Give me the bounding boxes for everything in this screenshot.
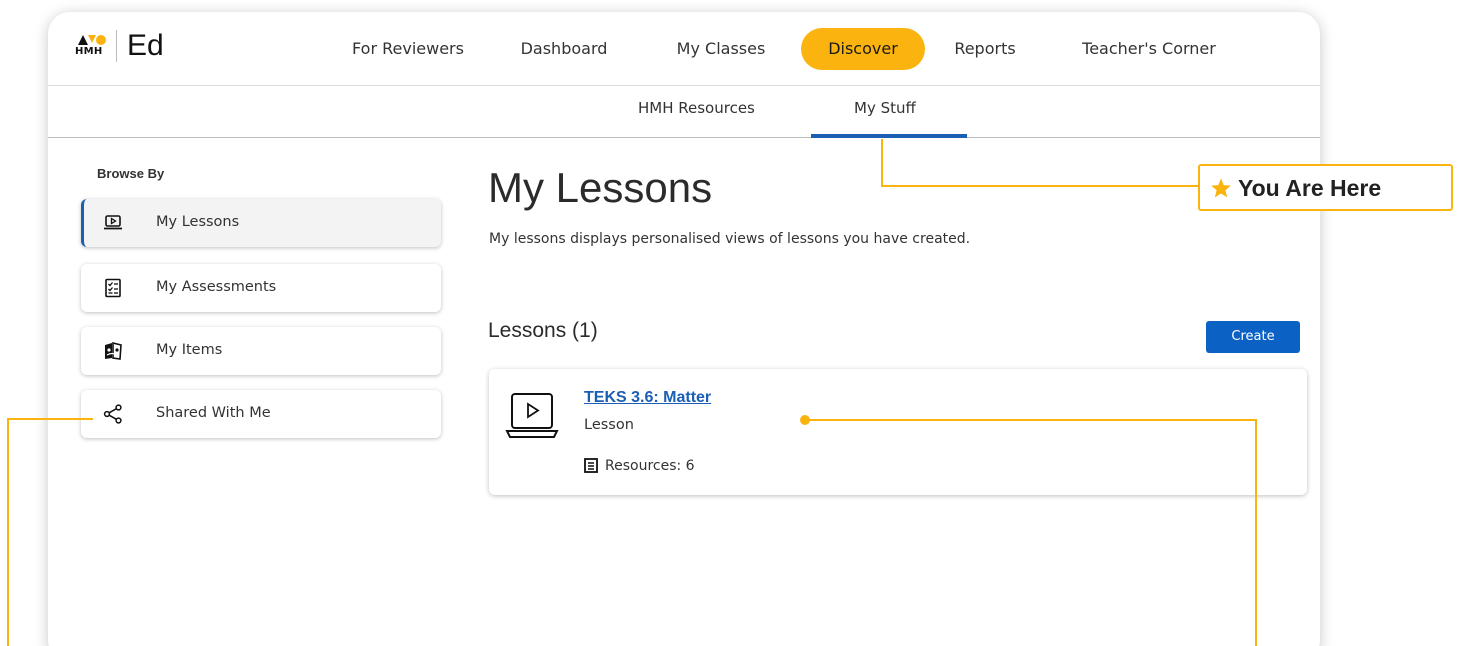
sidebar-item-my-lessons[interactable]: My Lessons bbox=[81, 199, 441, 247]
create-button[interactable]: Create bbox=[1206, 321, 1300, 353]
sidebar-item-my-items[interactable]: My Items bbox=[81, 327, 441, 375]
sidebar-item-label: My Items bbox=[156, 342, 223, 358]
page-title: My Lessons bbox=[488, 164, 713, 211]
callout-line bbox=[881, 185, 1199, 187]
lesson-card[interactable]: TEKS 3.6: Matter Lesson Resources: 6 bbox=[489, 369, 1307, 495]
callout-line bbox=[1255, 419, 1257, 646]
nav-for-reviewers[interactable]: For Reviewers bbox=[350, 28, 466, 70]
nav-teachers-corner[interactable]: Teacher's Corner bbox=[1068, 28, 1230, 70]
callout-line bbox=[7, 418, 9, 646]
browse-by-heading: Browse By bbox=[97, 166, 165, 181]
hmh-logo: HMH bbox=[74, 29, 108, 63]
callout-line bbox=[881, 139, 883, 187]
you-are-here-text: You Are Here bbox=[1238, 175, 1382, 201]
sidebar-item-label: My Lessons bbox=[156, 214, 240, 230]
laptop-play-icon bbox=[104, 215, 122, 230]
lessons-section-title: Lessons (1) bbox=[488, 319, 598, 342]
nav-reports[interactable]: Reports bbox=[945, 28, 1025, 70]
nav-my-classes[interactable]: My Classes bbox=[663, 28, 779, 70]
hmh-logo-shapes-icon bbox=[78, 35, 106, 45]
items-icon bbox=[105, 341, 122, 360]
sidebar-item-label: Shared With Me bbox=[156, 405, 271, 421]
sidebar-item-shared-with-me[interactable]: Shared With Me bbox=[81, 390, 441, 438]
app-name: Ed bbox=[127, 29, 164, 62]
top-navigation: HMH Ed For Reviewers Dashboard My Classe… bbox=[48, 12, 1320, 86]
lesson-resources-count: Resources: 6 bbox=[605, 458, 695, 474]
hmh-logo-text: HMH bbox=[75, 46, 103, 57]
nav-discover[interactable]: Discover bbox=[801, 28, 925, 70]
active-tab-indicator bbox=[811, 134, 967, 138]
tab-my-stuff[interactable]: My Stuff bbox=[854, 99, 916, 117]
sidebar-item-label: My Assessments bbox=[156, 279, 277, 295]
app-window: HMH Ed For Reviewers Dashboard My Classe… bbox=[48, 12, 1320, 646]
share-icon bbox=[103, 404, 122, 424]
lesson-title-link[interactable]: TEKS 3.6: Matter bbox=[584, 389, 711, 407]
you-are-here-callout: You Are Here bbox=[1198, 164, 1453, 211]
brand[interactable]: HMH Ed bbox=[74, 26, 164, 66]
resources-icon bbox=[584, 458, 598, 473]
callout-line bbox=[7, 418, 93, 420]
laptop-play-icon bbox=[505, 393, 559, 438]
brand-divider bbox=[116, 30, 117, 62]
page-description: My lessons displays personalised views o… bbox=[489, 231, 971, 247]
callout-line bbox=[805, 419, 1257, 421]
sub-navigation: HMH Resources My Stuff bbox=[48, 86, 1320, 138]
checklist-icon bbox=[105, 278, 121, 298]
nav-dashboard[interactable]: Dashboard bbox=[511, 28, 617, 70]
sidebar-item-my-assessments[interactable]: My Assessments bbox=[81, 264, 441, 312]
lesson-type: Lesson bbox=[584, 417, 634, 433]
star-icon bbox=[1211, 178, 1231, 198]
tab-hmh-resources[interactable]: HMH Resources bbox=[638, 99, 755, 117]
